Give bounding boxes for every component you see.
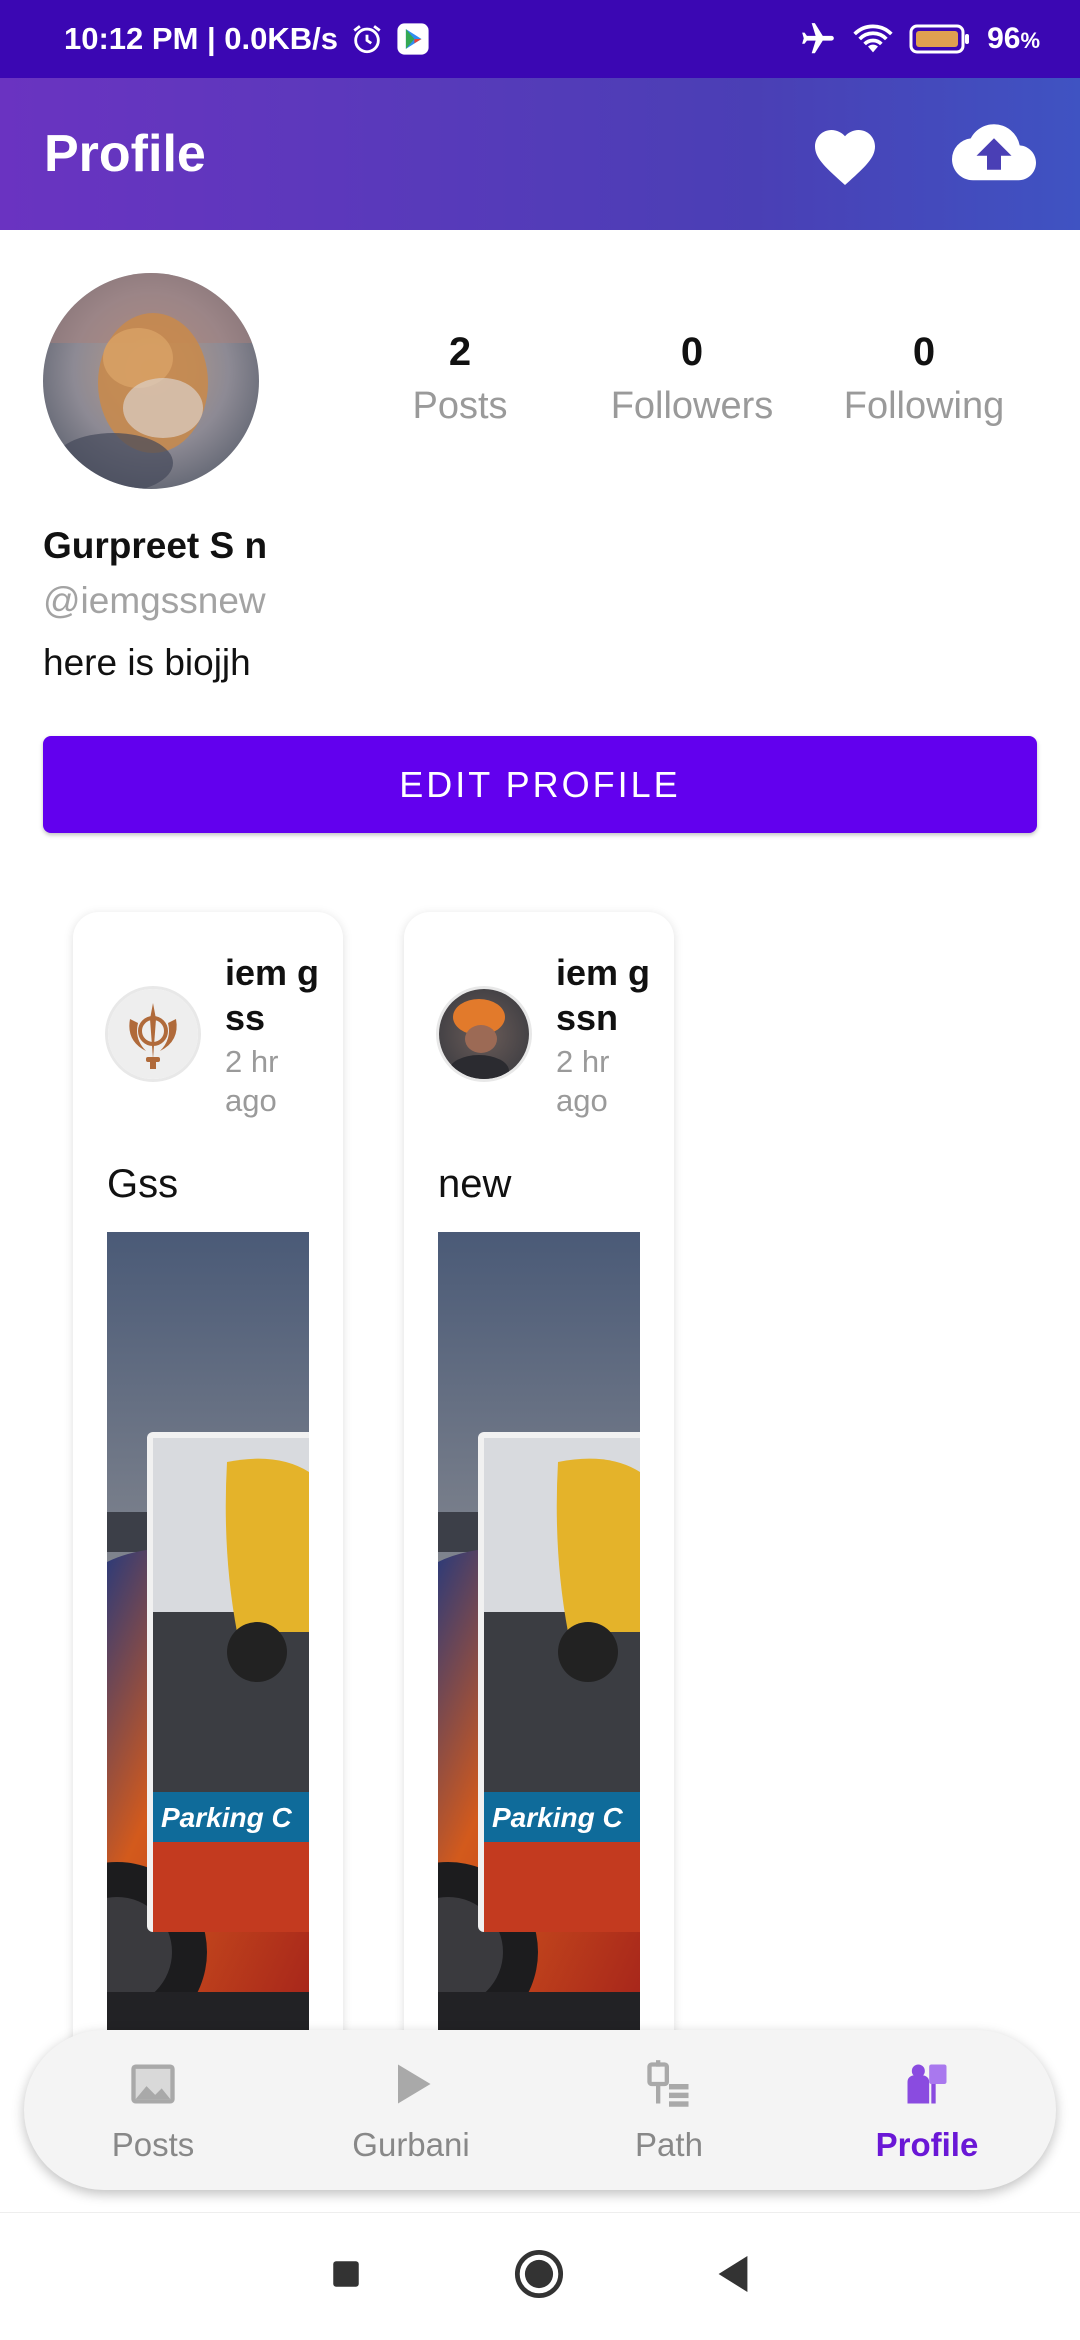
edit-profile-button[interactable]: EDIT PROFILE — [43, 736, 1037, 833]
nav-item-posts[interactable]: Posts — [24, 2030, 282, 2190]
post-card[interactable]: iem gss 2 hr ago Gss Parking C — [73, 912, 343, 2112]
stat-value: 0 — [680, 330, 704, 374]
image-icon — [123, 2054, 183, 2114]
post-text: Gss — [107, 1162, 179, 1206]
post-avatar[interactable] — [436, 986, 532, 1082]
wifi-icon — [853, 22, 893, 56]
home-icon[interactable] — [513, 2248, 565, 2305]
app-bar: Profile — [0, 78, 1080, 230]
stat-label: Followers — [610, 385, 774, 427]
back-icon[interactable] — [715, 2254, 751, 2299]
stat-label: Following — [843, 385, 1005, 427]
nav-item-profile[interactable]: Profile — [798, 2030, 1056, 2190]
post-avatar[interactable] — [105, 986, 201, 1082]
status-bar: 10:12 PM | 0.0KB/s 96% — [0, 0, 1080, 78]
post-image-caption: Parking C — [492, 1802, 623, 1833]
battery-icon — [909, 23, 971, 55]
stat-following[interactable]: 0 Following — [808, 330, 1040, 428]
post-card[interactable]: iem gssn 2 hr ago new Parking C — [404, 912, 674, 2112]
airplane-icon — [799, 20, 837, 58]
nav-label: Gurbani — [352, 2126, 470, 2163]
post-username[interactable]: iem gss — [225, 950, 335, 1040]
stat-followers[interactable]: 0 Followers — [576, 330, 808, 428]
bottom-nav: Posts Gurbani Path Profile — [24, 2030, 1056, 2190]
battery-level: 96% — [987, 22, 1040, 55]
nav-item-gurbani[interactable]: Gurbani — [282, 2030, 540, 2190]
status-time: 10:12 PM | 0.0KB/s — [64, 21, 339, 56]
page-title: Profile — [44, 125, 206, 183]
nav-item-path[interactable]: Path — [540, 2030, 798, 2190]
profile-name: Gurpreet S n — [43, 525, 268, 566]
profile-icon — [897, 2054, 957, 2114]
play-icon — [381, 2054, 441, 2114]
post-time: 2 hr ago — [225, 1044, 279, 1118]
play-store-icon — [396, 22, 430, 56]
cloud-upload-icon[interactable] — [952, 124, 1036, 184]
nav-label: Path — [635, 2126, 703, 2163]
stat-posts[interactable]: 2 Posts — [344, 330, 576, 428]
stat-value: 2 — [448, 330, 472, 374]
post-image[interactable]: Parking C — [438, 1232, 640, 2112]
path-icon — [639, 2054, 699, 2114]
post-text: new — [438, 1162, 512, 1206]
profile-handle: @iemgssnew — [43, 580, 266, 621]
nav-label: Posts — [111, 2126, 195, 2163]
nav-label: Profile — [875, 2126, 979, 2163]
post-image-caption: Parking C — [161, 1802, 292, 1833]
stat-value: 0 — [912, 330, 936, 374]
alarm-icon — [350, 22, 384, 56]
recents-icon[interactable] — [329, 2257, 363, 2296]
post-username[interactable]: iem gssn — [556, 950, 666, 1040]
profile-stats: 2 Posts 0 Followers 0 Following — [344, 330, 1040, 428]
profile-bio: here is biojjh — [43, 642, 251, 683]
post-time: 2 hr ago — [556, 1044, 610, 1118]
stat-label: Posts — [412, 385, 508, 427]
system-nav-bar — [0, 2212, 1080, 2340]
post-image[interactable]: Parking C — [107, 1232, 309, 2112]
heart-icon[interactable] — [808, 121, 882, 187]
avatar[interactable] — [43, 273, 259, 489]
